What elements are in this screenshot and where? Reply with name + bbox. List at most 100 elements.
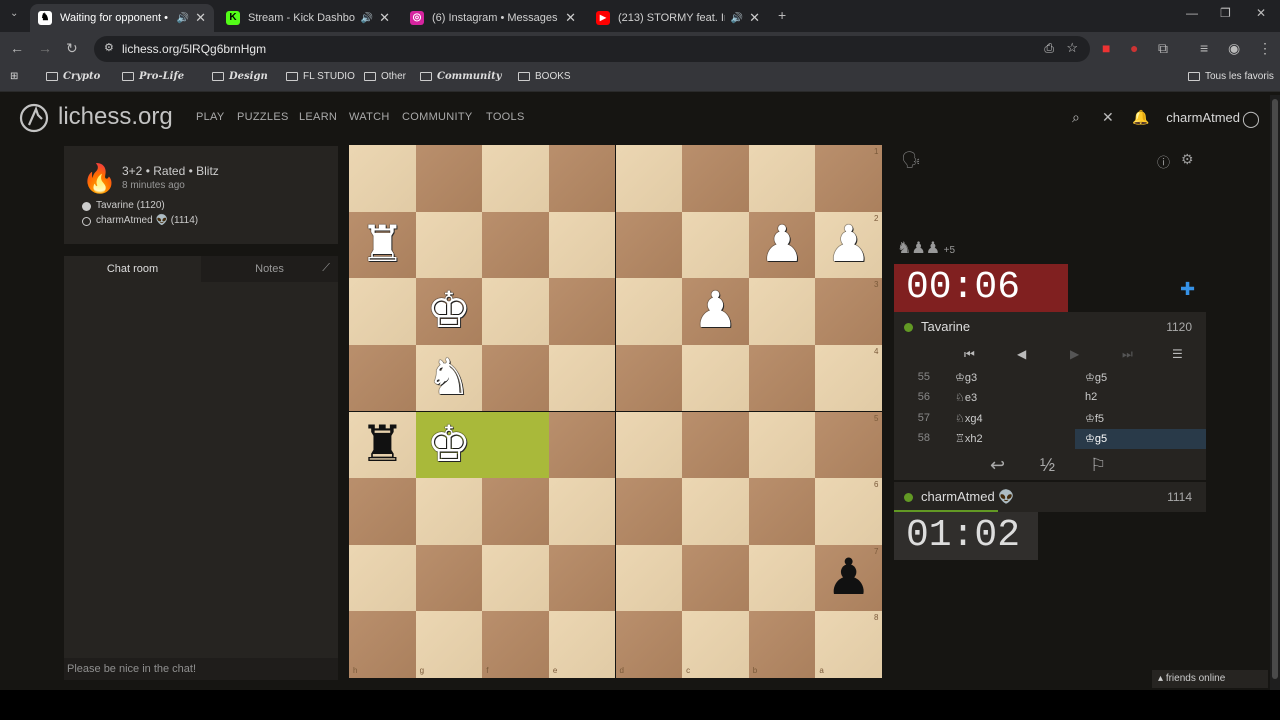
black-king[interactable]: ♚ [416,412,483,479]
white-pawn[interactable]: ♟ [682,278,749,345]
board-square[interactable] [682,411,749,479]
speaker-icon[interactable]: 🔊 [177,13,189,24]
board-square[interactable] [415,478,483,545]
my-name[interactable]: charmAtmed 👽 [921,489,1015,505]
resign-flag-icon[interactable]: ⚐ [1090,455,1106,476]
opponent-name[interactable]: Tavarine [921,319,970,334]
board-square[interactable] [482,544,549,612]
board-square[interactable] [682,344,749,412]
board-square[interactable] [748,145,816,212]
board-square[interactable] [482,145,549,212]
board-square[interactable] [748,478,816,545]
user-avatar-icon[interactable]: ◯ [1242,109,1260,129]
bell-icon[interactable]: 🔔 [1132,109,1149,126]
board-square[interactable] [482,411,549,479]
add-time-icon[interactable]: ✚ [1180,279,1195,300]
search-icon[interactable]: ⌕ [1072,109,1080,126]
forward-icon[interactable]: → [38,40,52,56]
board-square[interactable] [615,278,683,345]
bookmark-fl-studio[interactable]: FL STUDIO [286,71,355,82]
white-player[interactable]: Tavarine (1120) [96,200,165,211]
scrollbar-thumb[interactable] [1272,99,1278,679]
bookmark-all[interactable]: Tous les favoris [1188,71,1274,82]
board-square[interactable] [748,411,816,479]
gear-icon[interactable]: ⚙ [1181,151,1194,168]
board-square[interactable] [415,544,483,612]
white-king[interactable]: ♚ [416,278,483,345]
extension-red-icon[interactable]: ■ [1102,40,1110,56]
board-square[interactable] [349,278,416,345]
speaker-icon[interactable]: 🔊 [361,13,373,24]
tab-lichess[interactable]: ♞ Waiting for opponent • Pla 🔊 ✕ [30,4,214,32]
tab-search-icon[interactable]: ⌄ [10,8,18,19]
bookmark-star-icon[interactable]: ☆ [1066,40,1078,56]
board-square[interactable] [615,211,683,279]
user-menu[interactable]: charmAtmed [1166,110,1240,125]
board-square[interactable] [682,145,749,212]
bookmark-pro-life[interactable]: Pro-Life [122,71,184,82]
offer-draw-icon[interactable]: ½ [1040,455,1055,476]
nav-community[interactable]: COMMUNITY [402,111,473,123]
chat-toggle-icon[interactable]: ⟋ [322,262,330,275]
board-square[interactable] [548,278,616,345]
prev-move-icon[interactable]: ◀ [1017,347,1026,361]
site-info-icon[interactable]: ⚙ [104,41,114,54]
page-scrollbar[interactable] [1270,95,1280,690]
chat-input[interactable]: Please be nice in the chat! [64,658,338,680]
board-square[interactable] [482,211,549,279]
takeback-icon[interactable]: ↩ [990,455,1005,476]
board-square[interactable] [682,211,749,279]
board-square[interactable] [482,344,549,412]
board-square[interactable] [615,544,683,612]
white-move[interactable]: ♘xg4 [955,412,983,425]
cross-icon[interactable]: ✕ [1102,109,1114,126]
maximize-button[interactable]: ❐ [1220,6,1231,20]
board-square[interactable] [748,344,816,412]
nav-puzzles[interactable]: PUZZLES [237,111,289,123]
board-square[interactable] [615,478,683,545]
board-square[interactable] [415,611,483,678]
board-square[interactable] [815,411,882,479]
menu-icon[interactable]: ⋮ [1258,40,1272,57]
board-square[interactable] [682,478,749,545]
bookmark-other[interactable]: Other [364,71,406,82]
board-square[interactable] [548,344,616,412]
board-square[interactable] [415,145,483,212]
tab-instagram[interactable]: ◎ (6) Instagram • Messages ✕ [402,4,584,32]
profile-avatar[interactable]: ◉ [1228,40,1240,57]
white-pawn[interactable]: ♟ [749,212,816,279]
board-square[interactable] [349,478,416,545]
tab-youtube[interactable]: ▶ (213) STORMY feat. Inkonn 🔊 ✕ [588,4,768,32]
board-square[interactable] [482,478,549,545]
board-square[interactable] [482,611,549,678]
board-square[interactable] [615,344,683,412]
minimize-button[interactable]: — [1186,6,1198,20]
speaker-icon[interactable]: 🔊 [731,13,743,24]
board-square[interactable] [548,611,616,678]
bookmark-design[interactable]: Design [212,71,268,82]
white-knight[interactable]: ♞ [416,345,483,412]
board-square[interactable] [748,278,816,345]
close-icon[interactable]: ✕ [565,10,576,26]
tab-chat-room[interactable]: Chat room [64,256,201,282]
black-move-current[interactable]: ♔g5 [1075,429,1206,449]
nav-watch[interactable]: WATCH [349,111,390,123]
black-player[interactable]: charmAtmed 👽 (1114) [96,215,198,226]
white-move[interactable]: ♔g3 [955,371,977,384]
chess-board[interactable]: h g f e d c b a 1 2 3 4 5 6 7 8 ♜ ♟ ♟ ♚ ♟ ♞ ♜ ♚ ♟ [349,145,882,678]
board-square[interactable] [349,611,416,678]
first-move-icon[interactable]: ⏮ [964,347,975,362]
close-icon[interactable]: ✕ [749,10,760,26]
tab-notes[interactable]: Notes [201,256,338,282]
back-icon[interactable]: ← [10,40,24,56]
board-square[interactable] [815,278,882,345]
board-square[interactable] [748,611,816,678]
nav-learn[interactable]: LEARN [299,111,337,123]
bookmark-community[interactable]: Community [420,71,502,82]
hamburger-menu-icon[interactable]: ☰ [1172,347,1183,361]
url-bar[interactable]: ⚙ lichess.org/5lRQg6brnHgm ⎙ ☆ [94,36,1090,62]
window-close-button[interactable]: ✕ [1256,6,1266,20]
white-pawn[interactable]: ♟ [815,212,882,279]
bookmark-crypto[interactable]: Crypto [46,71,100,82]
board-square[interactable] [615,611,683,678]
